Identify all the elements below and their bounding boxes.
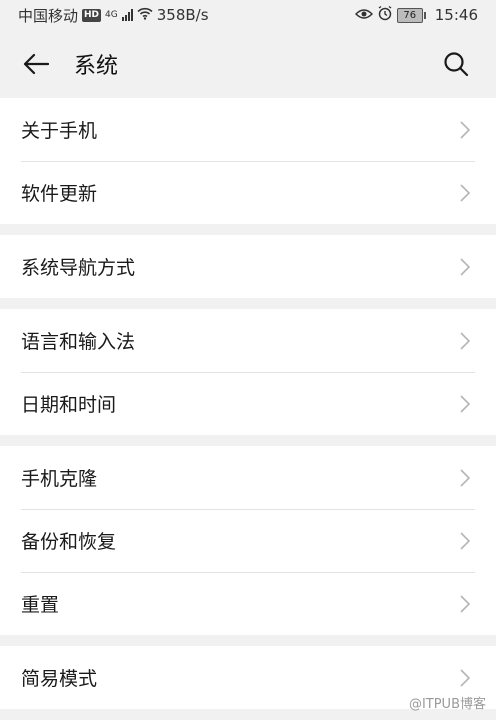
chevron-right-icon (460, 183, 472, 203)
eye-comfort-icon (354, 6, 373, 24)
chevron-right-icon (460, 594, 472, 614)
carrier-name: 中国移动 (18, 6, 79, 25)
setting-label: 重置 (21, 594, 60, 616)
signal-icon (121, 9, 133, 21)
setting-about-phone[interactable]: 关于手机 (0, 98, 496, 161)
chevron-right-icon (460, 531, 472, 551)
chevron-right-icon (460, 120, 472, 140)
settings-group: 关于手机 软件更新 (0, 98, 496, 224)
title-bar: 系统 (0, 30, 496, 98)
back-arrow-icon (23, 53, 49, 75)
network-speed: 358B/s (156, 6, 209, 24)
battery-icon: 76 (396, 7, 426, 23)
setting-label: 语言和输入法 (21, 331, 136, 353)
page-title: 系统 (74, 54, 119, 79)
setting-system-navigation[interactable]: 系统导航方式 (0, 235, 496, 298)
alarm-icon (377, 5, 393, 25)
setting-reset[interactable]: 重置 (0, 572, 496, 635)
setting-backup-restore[interactable]: 备份和恢复 (0, 509, 496, 572)
settings-group: 系统导航方式 (0, 235, 496, 298)
chevron-right-icon (460, 468, 472, 488)
chevron-right-icon (460, 257, 472, 277)
settings-group: 手机克隆 备份和恢复 重置 (0, 446, 496, 635)
status-left: 中国移动 HD 4G 358B/s (18, 5, 209, 26)
back-button[interactable] (20, 48, 52, 80)
settings-group: 语言和输入法 日期和时间 (0, 309, 496, 435)
clock: 15:46 (434, 6, 478, 24)
setting-label: 备份和恢复 (21, 531, 117, 553)
status-bar: 中国移动 HD 4G 358B/s 76 15:46 (0, 0, 496, 30)
chevron-right-icon (460, 668, 472, 688)
search-button[interactable] (440, 48, 472, 80)
hd-badge: HD (82, 8, 102, 22)
search-icon (444, 52, 469, 77)
watermark: @ITPUB博客 (408, 697, 486, 712)
setting-label: 软件更新 (21, 183, 98, 205)
wifi-icon (137, 6, 153, 24)
setting-phone-clone[interactable]: 手机克隆 (0, 446, 496, 509)
setting-label: 日期和时间 (21, 394, 117, 416)
setting-date-time[interactable]: 日期和时间 (0, 372, 496, 435)
setting-label: 系统导航方式 (21, 257, 136, 279)
setting-label: 手机克隆 (21, 468, 98, 490)
chevron-right-icon (460, 394, 472, 414)
settings-list: 关于手机 软件更新 系统导航方式 语言和输入法 日期和时间 手机克隆 备份和恢复 (0, 98, 496, 709)
network-type: 4G (105, 10, 118, 20)
setting-label: 简易模式 (21, 668, 98, 690)
setting-label: 关于手机 (21, 120, 98, 142)
setting-software-update[interactable]: 软件更新 (0, 161, 496, 224)
status-right: 76 15:46 (354, 5, 478, 25)
chevron-right-icon (460, 331, 472, 351)
setting-language-input[interactable]: 语言和输入法 (0, 309, 496, 372)
